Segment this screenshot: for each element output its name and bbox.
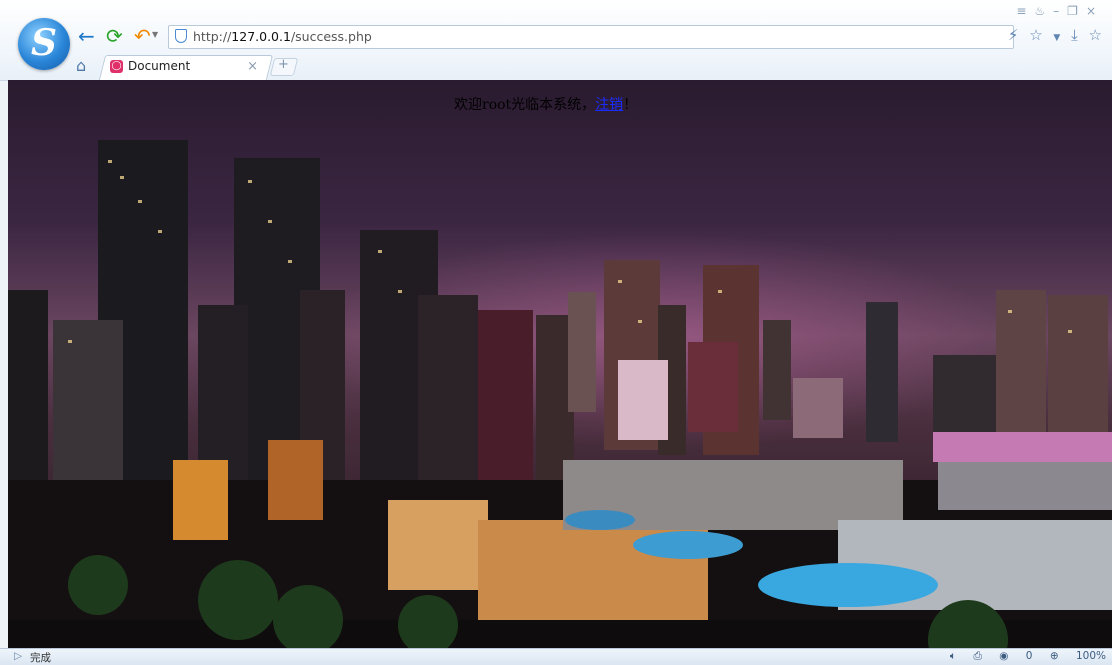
zoom-value: 100% [1075,650,1106,662]
restore-icon[interactable]: ❐ [1067,4,1086,18]
skin-icon[interactable]: ♨ [1034,4,1053,18]
toolbar-right: ⚡︎ ☆ ▼ ⤓ ☆ [1002,26,1102,44]
url-text[interactable]: http://127.0.0.1/success.php [193,29,372,44]
zoom-control[interactable]: ⊕ 100% [1050,650,1106,662]
counter-badge[interactable]: ◉ 0 [999,650,1032,662]
browser-toolbar: S ← ⟳ ↶ ▼ http://127.0.0.1/success.php ⚡… [0,0,1112,81]
window-controls: ≡♨–❐× [1016,4,1104,18]
tab-title: Document [128,59,191,73]
undo-icon[interactable]: ↶ [134,24,151,48]
address-bar[interactable]: http://127.0.0.1/success.php [168,25,1014,49]
logout-link[interactable]: 注销 [595,97,623,113]
page-content: 欢迎root光临本系统，注销！ [8,80,1112,648]
new-tab-label[interactable]: + [278,57,289,72]
star-icon[interactable]: ☆ [1029,26,1042,44]
browser-logo[interactable]: S [18,18,70,70]
speaker-icon[interactable]: 🔈︎ [950,650,956,662]
sidebar-toggle-icon[interactable]: ▷ [14,650,22,662]
tab-document[interactable]: ◯ Document × [110,58,266,78]
status-right: 🔈︎ ⎙ ◉ 0 ⊕ 100% [936,650,1106,663]
print-icon[interactable]: ⎙ [974,650,982,662]
counter-value: 0 [1025,650,1033,662]
menu-icon[interactable]: ≡ [1016,4,1034,18]
welcome-suffix: ！ [623,97,638,113]
favicon-icon: ◯ [110,60,123,73]
chevron-down-icon[interactable]: ▼ [1053,33,1060,43]
close-icon[interactable]: × [1086,4,1104,18]
chevron-down-icon[interactable]: ▼ [152,30,158,39]
back-arrow-icon[interactable]: ← [78,24,95,48]
download-icon[interactable]: ⤓ [1071,26,1078,44]
shield-icon [175,29,187,43]
lightning-icon[interactable]: ⚡︎ [1008,26,1019,44]
welcome-text: 欢迎root光临本系统， [454,97,596,113]
minimize-icon[interactable]: – [1053,4,1067,18]
home-icon[interactable]: ⌂ [76,56,86,75]
refresh-icon[interactable]: ⟳ [106,24,123,48]
status-bar: ▷ 完成 🔈︎ ⎙ ◉ 0 ⊕ 100% [0,648,1112,665]
favorites-star-icon[interactable]: ☆ [1089,26,1102,44]
welcome-message: 欢迎root光临本系统，注销！ [454,94,637,114]
city-skyline [8,140,1112,648]
status-text: 完成 [30,652,51,664]
tab-close-button[interactable]: × [247,59,258,74]
